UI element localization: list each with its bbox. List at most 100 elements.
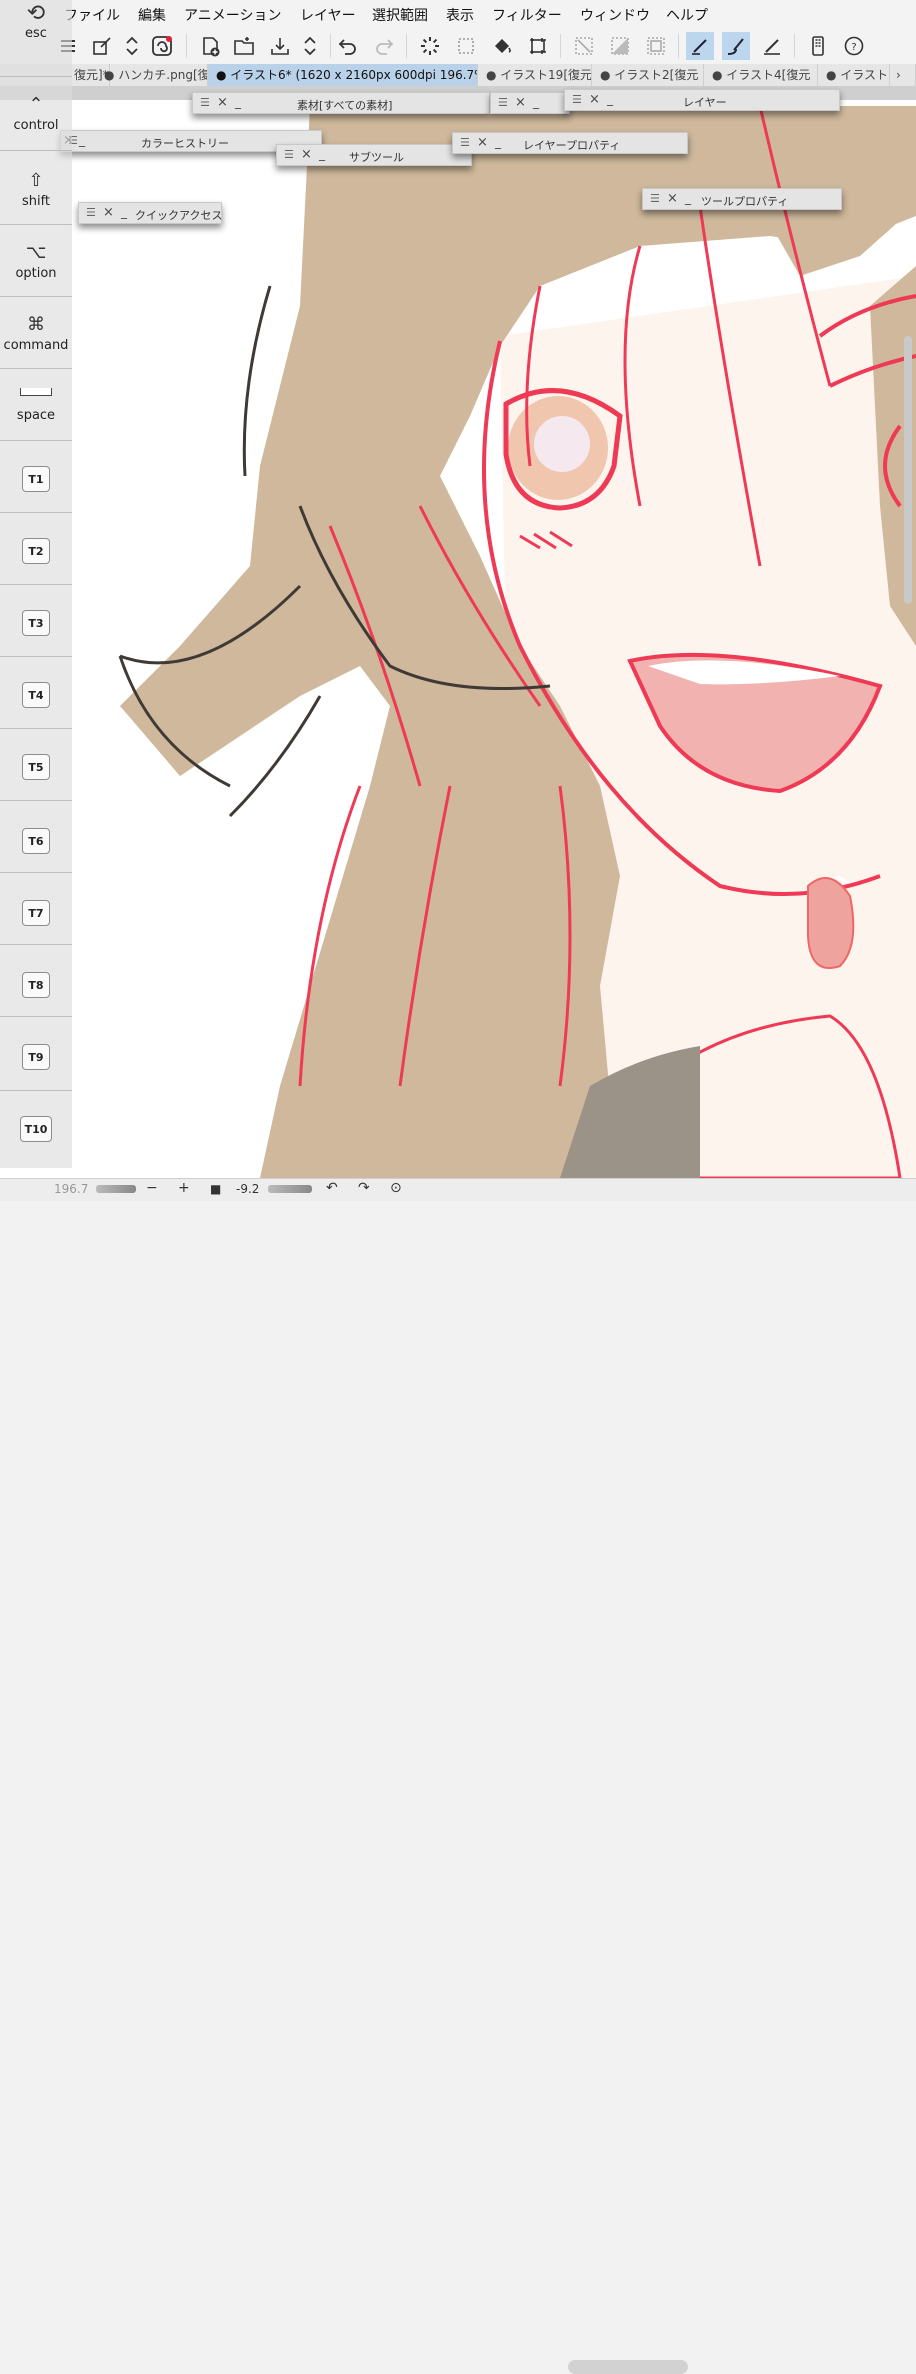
menu-edit[interactable]: 編集 — [138, 5, 166, 25]
expand-selection-icon[interactable] — [642, 32, 670, 60]
vertical-scrollbar[interactable] — [904, 336, 912, 604]
close-icon[interactable]: × — [589, 92, 600, 107]
help-icon[interactable]: ? — [840, 32, 868, 60]
tab-document[interactable]: ● イラスト — [818, 64, 890, 86]
tab-overflow-button[interactable]: › — [890, 64, 916, 86]
tool-slot-t8[interactable]: T8 — [22, 972, 50, 998]
menu-icon[interactable]: ☰ — [572, 93, 582, 106]
shortcut-space[interactable]: space — [0, 388, 72, 423]
zoom-out-button[interactable]: − — [146, 1180, 158, 1196]
quick-access-panel[interactable]: ☰ × _ クイックアクセス — [78, 202, 222, 224]
close-icon[interactable]: × — [667, 191, 678, 206]
save-icon[interactable] — [266, 32, 294, 60]
crop-icon[interactable] — [524, 32, 552, 60]
menu-icon[interactable]: ☰ — [498, 96, 508, 109]
menu-selection[interactable]: 選択範囲 — [372, 5, 428, 25]
close-icon[interactable]: × — [301, 147, 312, 162]
minimize-icon[interactable]: _ — [685, 191, 691, 205]
control-key-icon: ⌃ — [28, 94, 44, 115]
rotation-value: -9.2 — [236, 1182, 260, 1196]
device-settings-icon[interactable] — [804, 32, 832, 60]
tab-document[interactable]: ● イラスト4[復元 — [704, 64, 818, 86]
sub-tool-panel[interactable]: ☰ × _ サブツール — [276, 144, 472, 166]
shortcut-shift[interactable]: ⇧ shift — [0, 168, 72, 209]
ruler-tool-icon[interactable] — [758, 32, 786, 60]
collapsed-panel[interactable]: ☰ × _ — [490, 92, 570, 114]
minimize-icon[interactable]: _ — [319, 147, 325, 161]
rotate-right-icon[interactable]: ↷ — [358, 1180, 370, 1196]
tool-slot-t4[interactable]: T4 — [22, 682, 50, 708]
tool-slot-t3[interactable]: T3 — [22, 610, 50, 636]
loading-spinner-icon[interactable] — [416, 32, 444, 60]
tool-slot-t6[interactable]: T6 — [22, 828, 50, 854]
open-folder-icon[interactable] — [230, 32, 258, 60]
new-file-icon[interactable] — [196, 32, 224, 60]
chevron-updown-icon[interactable] — [118, 32, 146, 60]
tool-slot-t5[interactable]: T5 — [22, 754, 50, 780]
materials-panel[interactable]: ☰ × _ 素材[すべての素材] — [192, 92, 490, 114]
option-key-icon: ⌥ — [25, 242, 47, 263]
menu-layer[interactable]: レイヤー — [300, 5, 356, 25]
menu-icon[interactable]: ☰ — [650, 192, 660, 205]
zoom-slider[interactable] — [96, 1182, 136, 1196]
zoom-in-button[interactable]: + — [178, 1180, 190, 1196]
menu-view[interactable]: 表示 — [446, 5, 474, 25]
rotation-slider[interactable] — [268, 1182, 312, 1196]
zoom-value: 196.7 — [54, 1182, 89, 1196]
tool-property-panel[interactable]: ☰ × _ ツールプロパティ — [642, 188, 842, 210]
tab-document[interactable]: ● イラスト19[復元 — [478, 64, 592, 86]
reset-rotation-icon[interactable]: ⊙ — [390, 1180, 402, 1196]
shortcut-control[interactable]: ⌃ control — [0, 92, 72, 133]
menu-animation[interactable]: アニメーション — [184, 5, 281, 25]
close-icon[interactable]: × — [103, 205, 114, 220]
close-icon[interactable]: × — [217, 95, 228, 110]
layer-panel[interactable]: ☰ × _ レイヤー — [564, 89, 840, 111]
transform-icon[interactable] — [88, 32, 116, 60]
invert-selection-icon[interactable] — [606, 32, 634, 60]
menu-icon[interactable]: ☰ — [86, 206, 96, 219]
clip-studio-icon[interactable] — [148, 32, 176, 60]
menu-bar: ファイル 編集 アニメーション レイヤー 選択範囲 表示 フィルター ウィンドウ… — [0, 0, 916, 28]
shortcut-esc[interactable]: ⟲ esc — [0, 2, 72, 42]
rotate-left-icon[interactable]: ↶ — [326, 1180, 338, 1196]
tool-slot-t10[interactable]: T10 — [20, 1116, 52, 1142]
minimize-icon[interactable]: _ — [607, 92, 613, 106]
fill-bucket-icon[interactable] — [488, 32, 516, 60]
shortcut-option[interactable]: ⌥ option — [0, 240, 72, 281]
menu-filter[interactable]: フィルター — [492, 5, 562, 25]
minimize-icon[interactable]: _ — [235, 95, 241, 109]
drawing-canvas[interactable] — [0, 86, 916, 1178]
clear-outside-icon[interactable] — [570, 32, 598, 60]
layer-property-panel[interactable]: ☰ × _ レイヤープロパティ — [452, 132, 688, 154]
minimize-icon[interactable]: _ — [121, 205, 127, 219]
undo-icon[interactable] — [334, 32, 362, 60]
menu-file[interactable]: ファイル — [64, 5, 120, 25]
tab-document-active[interactable]: ● イラスト6* (1620 x 2160px 600dpi 196.7%) — [208, 64, 478, 86]
minimize-icon[interactable]: _ — [79, 133, 85, 147]
minimize-icon[interactable]: _ — [495, 135, 501, 149]
brush-tool-icon[interactable] — [722, 32, 750, 60]
redo-icon[interactable] — [370, 32, 398, 60]
selection-icon[interactable] — [452, 32, 480, 60]
panel-title: レイヤー — [683, 96, 727, 109]
close-icon[interactable]: × — [477, 135, 488, 150]
fit-icon[interactable]: ■ — [210, 1182, 221, 1196]
tool-slot-t2[interactable]: T2 — [22, 538, 50, 564]
tool-slot-t1[interactable]: T1 — [22, 466, 50, 492]
menu-help[interactable]: ヘルプ — [666, 5, 708, 25]
tab-document[interactable]: ● イラスト2[復元 — [592, 64, 704, 86]
shortcut-command[interactable]: ⌘ command — [0, 312, 72, 353]
tool-slot-t7[interactable]: T7 — [22, 900, 50, 926]
menu-icon[interactable]: ☰ — [200, 96, 210, 109]
horizontal-scrollbar[interactable] — [568, 2360, 688, 2374]
chevron-updown-icon[interactable] — [296, 32, 324, 60]
menu-icon[interactable]: ☰ — [284, 148, 294, 161]
menu-icon[interactable]: ☰ — [460, 136, 470, 149]
pen-tool-icon[interactable] — [686, 32, 714, 60]
close-icon[interactable]: × — [515, 95, 526, 110]
document-tabs: 復元]* ● ハンカチ.png[復 ● イラスト6* (1620 x 2160p… — [0, 64, 916, 87]
tab-document[interactable]: ● ハンカチ.png[復 — [96, 64, 208, 86]
menu-window[interactable]: ウィンドウ — [580, 5, 650, 25]
tool-slot-t9[interactable]: T9 — [22, 1044, 50, 1070]
minimize-icon[interactable]: _ — [533, 95, 539, 109]
